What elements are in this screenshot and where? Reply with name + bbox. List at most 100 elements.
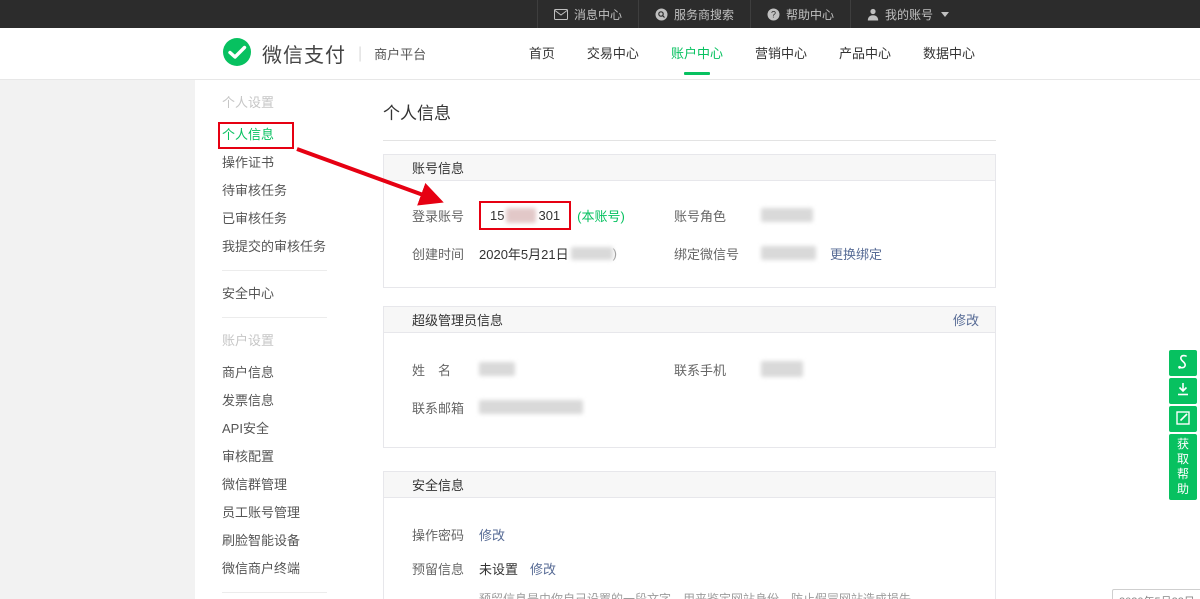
brand-separator: | [358, 45, 362, 63]
bound-wechat-label: 绑定微信号 [674, 244, 761, 263]
sidebar-item-api-security[interactable]: API安全 [222, 415, 345, 443]
login-account-prefix: 15 [490, 208, 504, 223]
sidebar-item-personal-info[interactable]: 个人信息 [222, 121, 345, 149]
edit-feedback-icon [1176, 411, 1190, 428]
login-account-label: 登录账号 [412, 206, 479, 225]
help-circle-icon: ? [767, 8, 780, 21]
reserved-info-label: 预留信息 [412, 559, 479, 578]
reserved-info-description: 预留信息是由你自己设置的一段文字，用来鉴定网站身份，防止假冒网站造成损失。 配置… [479, 590, 979, 599]
caret-down-icon [941, 12, 949, 17]
reserved-info-edit-link[interactable]: 修改 [530, 559, 556, 578]
super-admin-card-header: 超级管理员信息 修改 [384, 307, 995, 333]
sidebar-group-title-personal-settings: 个人设置 [222, 89, 345, 117]
wechat-pay-logo-icon [222, 37, 252, 70]
topbar-item-my-account[interactable]: 我的账号 [850, 0, 965, 28]
page: 消息中心 服务商搜索 ? 帮助中心 我的账号 微信支付 [0, 0, 1200, 599]
sidebar-item-staff-account-management[interactable]: 员工账号管理 [222, 499, 345, 527]
topbar-item-label: 我的账号 [885, 6, 933, 23]
link-hook-icon [1176, 354, 1190, 373]
sidebar-item-wechat-merchant-terminal[interactable]: 微信商户终端 [222, 555, 345, 583]
nav-account-center[interactable]: 账户中心 [671, 37, 723, 71]
security-info-card-body: 操作密码 修改 预留信息 未设置 修改 预留信息是由你自己设置的一段文字，用来鉴… [384, 498, 995, 599]
user-icon [867, 8, 879, 21]
main-nav: 首页 交易中心 账户中心 营销中心 产品中心 数据中心 [529, 37, 975, 71]
sidebar-item-reviewed-tasks[interactable]: 已审核任务 [222, 205, 345, 233]
admin-email-label: 联系邮箱 [412, 398, 479, 417]
created-time-value: 2020年5月21日 [479, 244, 569, 263]
account-role-label: 账号角色 [674, 206, 761, 225]
sidebar-item-wechat-group-management[interactable]: 微信群管理 [222, 471, 345, 499]
sidebar-divider [222, 592, 327, 593]
reserved-info-value: 未设置 [479, 559, 518, 578]
brand-name: 微信支付 [262, 39, 346, 68]
topbar-item-label: 服务商搜索 [674, 6, 734, 23]
admin-phone-redacted [761, 361, 803, 377]
topbar-item-label: 帮助中心 [786, 6, 834, 23]
operation-password-edit-link[interactable]: 修改 [479, 525, 505, 544]
rebind-link[interactable]: 更换绑定 [830, 244, 882, 263]
login-account-annotation-box: 15 301 [479, 201, 571, 230]
nav-home[interactable]: 首页 [529, 37, 555, 71]
section-title: 账号信息 [412, 158, 464, 177]
security-info-card: 安全信息 操作密码 修改 预留信息 未设置 修改 预留信息是由你自己设置的一段文… [383, 471, 996, 599]
sidebar-item-operation-certificate[interactable]: 操作证书 [222, 149, 345, 177]
mail-icon [554, 9, 568, 20]
super-admin-card-body: 姓 名 联系手机 联系邮箱 [384, 333, 995, 447]
sidebar-item-review-config[interactable]: 审核配置 [222, 443, 345, 471]
get-help-button[interactable]: 获取帮助 [1169, 434, 1197, 500]
content-area: 个人设置 个人信息 操作证书 待审核任务 已审核任务 我提交的审核任务 安全中心… [0, 80, 1200, 599]
page-title: 个人信息 [383, 80, 1200, 124]
admin-phone-label: 联系手机 [674, 360, 761, 379]
security-info-card-header: 安全信息 [384, 472, 995, 498]
sidebar-item-security-center[interactable]: 安全中心 [222, 280, 345, 308]
nav-product-center[interactable]: 产品中心 [839, 37, 891, 71]
sidebar-item-face-smart-device[interactable]: 刷脸智能设备 [222, 527, 345, 555]
created-time-redacted [571, 247, 613, 260]
sidebar-divider [222, 317, 327, 318]
section-title: 安全信息 [412, 475, 464, 494]
sidebar-item-merchant-info[interactable]: 商户信息 [222, 359, 345, 387]
topbar-item-label: 消息中心 [574, 6, 622, 23]
sidebar: 个人设置 个人信息 操作证书 待审核任务 已审核任务 我提交的审核任务 安全中心… [195, 80, 345, 599]
section-title: 超级管理员信息 [412, 310, 503, 329]
super-admin-card: 超级管理员信息 修改 姓 名 联系手机 [383, 306, 996, 448]
topbar-item-message-center[interactable]: 消息中心 [537, 0, 638, 28]
download-button[interactable] [1169, 378, 1197, 404]
feedback-button[interactable] [1169, 406, 1197, 432]
description-line: 预留信息是由你自己设置的一段文字，用来鉴定网站身份，防止假冒网站造成损失。 [479, 590, 979, 599]
account-info-card: 账号信息 登录账号 15 301 (本账号) [383, 154, 996, 288]
nav-trade-center[interactable]: 交易中心 [587, 37, 639, 71]
login-account-redacted [506, 208, 536, 223]
topbar: 消息中心 服务商搜索 ? 帮助中心 我的账号 [0, 0, 1200, 28]
account-info-card-body: 登录账号 15 301 (本账号) 账号角色 [384, 181, 995, 287]
sidebar-item-pending-review-tasks[interactable]: 待审核任务 [222, 177, 345, 205]
topbar-item-help-center[interactable]: ? 帮助中心 [750, 0, 850, 28]
floating-help-panel: 获取帮助 [1169, 350, 1197, 500]
created-time-trailing: ) [613, 246, 617, 261]
topbar-item-provider-search[interactable]: 服务商搜索 [638, 0, 750, 28]
admin-email-redacted [479, 400, 583, 414]
nav-marketing-center[interactable]: 营销中心 [755, 37, 807, 71]
login-account-suffix: 301 [538, 208, 560, 223]
get-help-label: 获取帮助 [1177, 437, 1190, 497]
account-info-card-header: 账号信息 [384, 155, 995, 181]
brand-portal-label: 商户平台 [374, 44, 426, 63]
sidebar-item-invoice-info[interactable]: 发票信息 [222, 387, 345, 415]
search-circle-icon [655, 8, 668, 21]
admin-name-redacted [479, 362, 515, 376]
created-time-label: 创建时间 [412, 244, 479, 263]
main-panel: 个人信息 账号信息 登录账号 15 [345, 80, 1200, 599]
hotline-button[interactable] [1169, 350, 1197, 376]
login-account-note: (本账号) [577, 206, 625, 225]
nav-data-center[interactable]: 数据中心 [923, 37, 975, 71]
svg-text:?: ? [771, 9, 776, 19]
admin-edit-link[interactable]: 修改 [953, 310, 979, 329]
sidebar-item-my-submitted-tasks[interactable]: 我提交的审核任务 [222, 233, 345, 261]
date-tooltip: 2020年5月22日 [1112, 589, 1200, 599]
sidebar-group-title-account-settings: 账户设置 [222, 327, 345, 355]
title-divider [383, 140, 996, 141]
bound-wechat-redacted [761, 246, 816, 260]
admin-name-label: 姓 名 [412, 360, 479, 379]
account-role-redacted [761, 208, 813, 222]
sidebar-divider [222, 270, 327, 271]
